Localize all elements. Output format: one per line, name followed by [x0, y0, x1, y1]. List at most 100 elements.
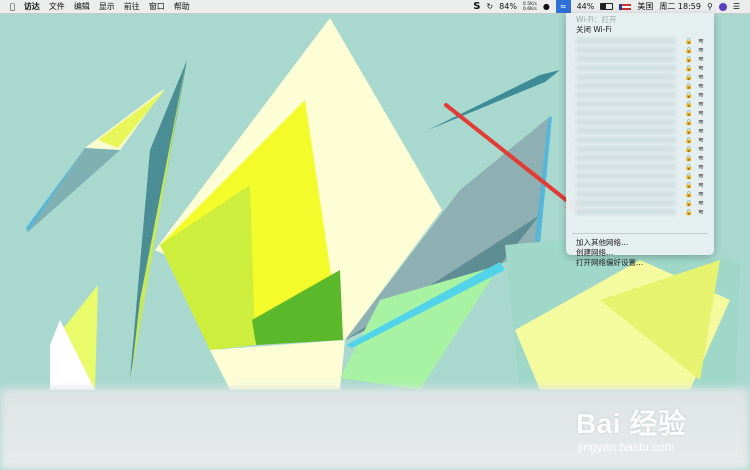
wifi-signal-icon: ≋ — [698, 127, 704, 135]
wifi-network-item[interactable]: 🔒 ≋ — [572, 118, 708, 127]
wifi-network-item[interactable]: 🔒 ≋ — [572, 37, 708, 46]
turn-off-wifi-item[interactable]: 关闭 Wi-Fi — [576, 24, 611, 35]
wifi-network-item[interactable]: 🔒 ≋ — [572, 145, 708, 154]
menu-separator — [572, 233, 708, 234]
status-app-icon[interactable]: ● — [543, 2, 550, 11]
lock-icon: 🔒 — [685, 56, 693, 63]
lock-icon: 🔒 — [685, 65, 693, 72]
lock-icon: 🔒 — [685, 200, 693, 207]
wifi-network-item[interactable]: 🔒 ≋ — [572, 91, 708, 100]
lock-icon: 🔒 — [685, 182, 693, 189]
wifi-signal-icon: ≋ — [698, 154, 704, 162]
wifi-network-item[interactable]: 🔒 ≋ — [572, 55, 708, 64]
wifi-icon: ≈ — [559, 2, 567, 11]
network-name-blurred — [576, 74, 676, 80]
wifi-signal-icon: ≋ — [698, 163, 704, 171]
wifi-network-item[interactable]: 🔒 ≋ — [572, 73, 708, 82]
wifi-signal-icon: ≋ — [698, 190, 704, 198]
lock-icon: 🔒 — [685, 137, 693, 144]
network-speed[interactable]: 0.5K/s 0.6K/s — [523, 2, 537, 12]
network-name-blurred — [576, 146, 676, 152]
battery-icon[interactable] — [600, 3, 614, 10]
wifi-signal-icon: ≋ — [698, 73, 704, 81]
lock-icon: 🔒 — [685, 164, 693, 171]
network-name-blurred — [576, 56, 676, 62]
wifi-network-item[interactable]: 🔒 ≋ — [572, 82, 708, 91]
wifi-signal-icon: ≋ — [698, 82, 704, 90]
battery-small-percent[interactable]: 84% — [499, 2, 517, 11]
network-name-blurred — [576, 209, 676, 215]
lock-icon: 🔒 — [685, 209, 693, 216]
notification-center-icon[interactable]: ☰ — [733, 2, 740, 11]
menu-window[interactable]: 窗口 — [149, 1, 165, 12]
wifi-signal-icon: ≋ — [698, 46, 704, 54]
wifi-signal-icon: ≋ — [698, 91, 704, 99]
lock-icon: 🔒 — [685, 146, 693, 153]
network-name-blurred — [576, 38, 676, 44]
network-name-blurred — [576, 47, 676, 53]
app-name-menu[interactable]: 访达 — [24, 1, 40, 12]
wifi-network-item[interactable]: 🔒 ≋ — [572, 109, 708, 118]
wifi-network-item[interactable]: 🔒 ≋ — [572, 64, 708, 73]
network-name-blurred — [576, 65, 676, 71]
network-name-blurred — [576, 173, 676, 179]
menu-go[interactable]: 前往 — [124, 1, 140, 12]
sync-icon[interactable]: ↻ — [486, 2, 493, 11]
network-name-blurred — [576, 182, 676, 188]
wifi-signal-icon: ≋ — [698, 181, 704, 189]
wifi-signal-icon: ≋ — [698, 118, 704, 126]
user-avatar-icon[interactable] — [718, 2, 727, 11]
battery-percent[interactable]: 44% — [577, 2, 595, 11]
menu-edit[interactable]: 编辑 — [74, 1, 90, 12]
wifi-dropdown-menu: Wi-Fi：打开 关闭 Wi-Fi 🔒 ≋ 🔒 ≋ 🔒 ≋ 🔒 ≋ 🔒 ≋ 🔒 ≋ 🔒 ≋ 🔒 ≋ 🔒 ≋ 🔒 ≋ 🔒 ≋… — [566, 13, 714, 267]
clock[interactable]: 周二 18:59 — [659, 1, 701, 12]
us-flag-icon[interactable] — [619, 3, 632, 10]
wifi-network-item[interactable]: 🔒 ≋ — [572, 154, 708, 163]
lock-icon: 🔒 — [685, 92, 693, 99]
wifi-signal-icon: ≋ — [698, 199, 704, 207]
lock-icon: 🔒 — [685, 173, 693, 180]
wifi-signal-icon: ≋ — [698, 208, 704, 216]
wifi-network-list: 🔒 ≋ 🔒 ≋ 🔒 ≋ 🔒 ≋ 🔒 ≋ 🔒 ≋ 🔒 ≋ 🔒 ≋ 🔒 ≋ 🔒 ≋ 🔒 ≋ 🔒 ≋ 🔒 ≋ 🔒 ≋ 🔒 ≋ 🔒 ≋ 🔒 ≋ 🔒 ≋ 🔒 ≋ 🔒 ≋ — [572, 37, 708, 227]
menu-help[interactable]: 帮助 — [174, 1, 190, 12]
wifi-network-item[interactable]: 🔒 ≋ — [572, 199, 708, 208]
wifi-signal-icon: ≋ — [698, 172, 704, 180]
wifi-menu-icon[interactable]: ≈ — [555, 0, 571, 13]
menu-file[interactable]: 文件 — [49, 1, 65, 12]
wifi-signal-icon: ≋ — [698, 55, 704, 63]
wifi-network-item[interactable]: 🔒 ≋ — [572, 127, 708, 136]
menu-bar:  访达 文件 编辑 显示 前往 窗口 帮助 S ↻ 84% 0.5K/s 0.… — [0, 0, 750, 14]
network-name-blurred — [576, 83, 676, 89]
lock-icon: 🔒 — [685, 101, 693, 108]
lock-icon: 🔒 — [685, 47, 693, 54]
apple-icon[interactable]:  — [10, 2, 15, 11]
wifi-network-item[interactable]: 🔒 ≋ — [572, 190, 708, 199]
network-name-blurred — [576, 119, 676, 125]
wifi-network-item[interactable]: 🔒 ≋ — [572, 136, 708, 145]
lock-icon: 🔒 — [685, 74, 693, 81]
network-name-blurred — [576, 200, 676, 206]
wifi-signal-icon: ≋ — [698, 145, 704, 153]
menu-view[interactable]: 显示 — [99, 1, 115, 12]
wifi-network-item[interactable]: 🔒 ≋ — [572, 100, 708, 109]
network-name-blurred — [576, 101, 676, 107]
wifi-network-item[interactable]: 🔒 ≋ — [572, 46, 708, 55]
wifi-network-item[interactable]: 🔒 ≋ — [572, 181, 708, 190]
net-down-speed: 0.6K/s — [522, 6, 537, 12]
skype-status-icon[interactable]: S — [473, 1, 480, 12]
open-network-preferences-item[interactable]: 打开网络偏好设置... — [576, 257, 643, 268]
baidu-jingyan-watermark-logo: Bai 经验 — [576, 408, 687, 439]
wifi-network-item[interactable]: 🔒 ≋ — [572, 172, 708, 181]
input-method-label[interactable]: 美国 — [637, 1, 653, 12]
lock-icon: 🔒 — [685, 119, 693, 126]
wifi-network-item[interactable]: 🔒 ≋ — [572, 163, 708, 172]
wifi-network-item[interactable]: 🔒 ≋ — [572, 208, 708, 217]
wifi-signal-icon: ≋ — [698, 64, 704, 72]
network-name-blurred — [576, 155, 676, 161]
network-name-blurred — [576, 128, 676, 134]
spotlight-search-icon[interactable]: ⚲ — [707, 2, 713, 11]
network-name-blurred — [576, 164, 676, 170]
network-name-blurred — [576, 137, 676, 143]
watermark-url: jingyan.baidu.com — [578, 440, 675, 454]
lock-icon: 🔒 — [685, 110, 693, 117]
